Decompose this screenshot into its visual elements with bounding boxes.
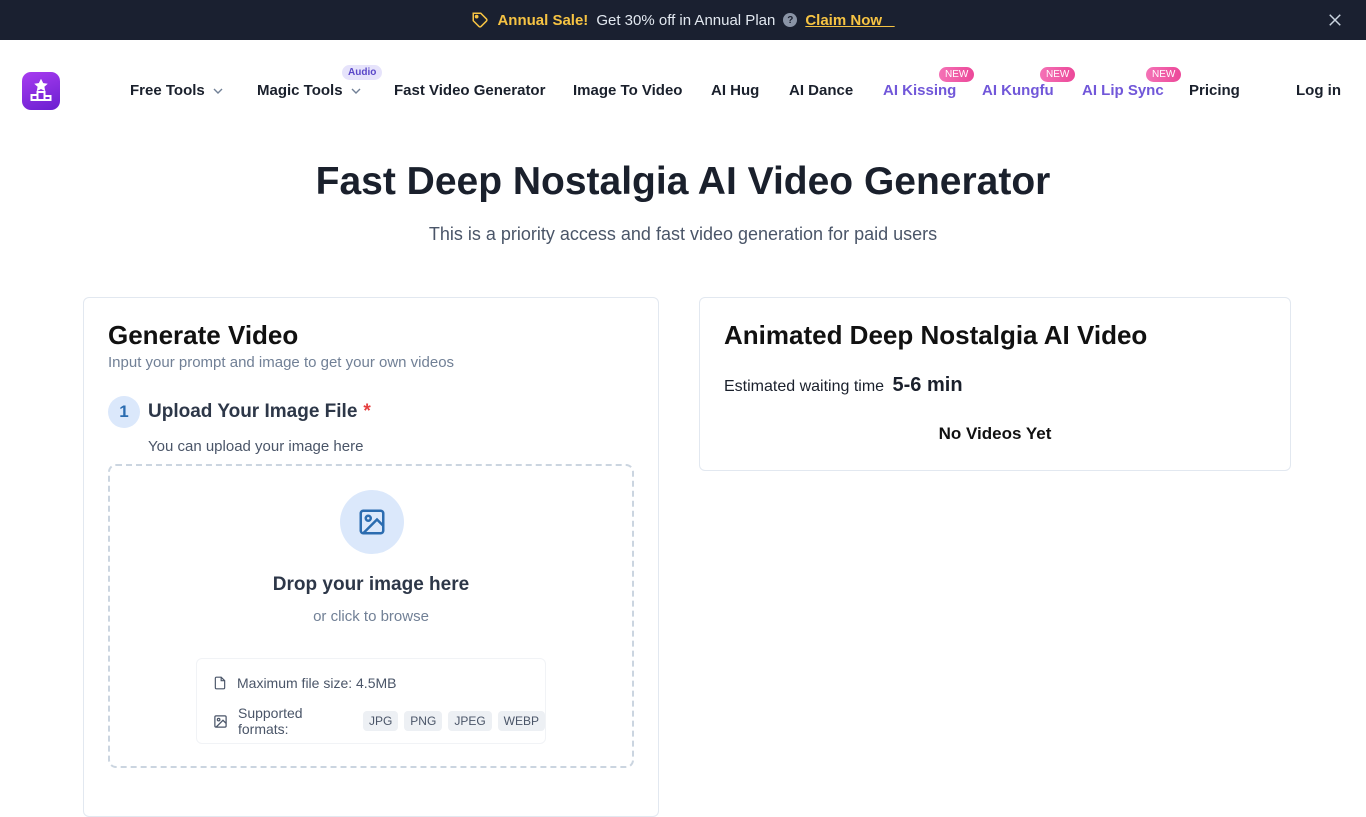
tag-icon <box>472 12 489 28</box>
claim-now-link[interactable]: Claim Now _ <box>805 12 894 29</box>
nav-ai-kissing[interactable]: AI Kissing <box>883 82 956 99</box>
dropzone-title: Drop your image here <box>272 574 470 595</box>
step-number: 1 <box>108 396 140 428</box>
top-nav: Free Tools Magic Tools Audio Fast Video … <box>0 40 1366 140</box>
sale-label: Annual Sale! <box>497 11 589 29</box>
help-icon[interactable]: ? <box>783 13 798 27</box>
step-title: Upload Your Image File * <box>148 401 371 423</box>
nav-ai-dance[interactable]: AI Dance <box>789 82 853 99</box>
upload-requirements: Maximum file size: 4.5MB Supported forma… <box>196 658 546 744</box>
nav-magic-tools[interactable]: Magic Tools <box>257 82 361 99</box>
new-badge: NEW <box>1146 67 1182 82</box>
card-title: Generate Video <box>108 320 299 350</box>
nav-fast-video-generator[interactable]: Fast Video Generator <box>394 82 545 99</box>
nav-ai-hug[interactable]: AI Hug <box>711 82 759 99</box>
result-card: Animated Deep Nostalgia AI Video Estimat… <box>699 297 1291 471</box>
offer-text: Get 30% off in Annual Plan <box>596 11 776 29</box>
waiting-label: Estimated waiting time <box>724 378 885 395</box>
image-upload-icon <box>340 490 404 554</box>
nav-image-to-video[interactable]: Image To Video <box>573 82 682 99</box>
page-title: Fast Deep Nostalgia AI Video Generator <box>315 160 1051 203</box>
login-button[interactable]: Log in <box>1296 82 1341 99</box>
empty-state: No Videos Yet <box>938 424 1052 443</box>
format-chip: JPG <box>362 711 399 731</box>
waiting-value: 5-6 min <box>892 374 963 396</box>
image-dropzone[interactable]: Drop your image here or click to browse … <box>108 464 634 768</box>
nav-pricing[interactable]: Pricing <box>1189 82 1240 99</box>
new-badge: NEW <box>1040 67 1076 82</box>
waiting-time: Estimated waiting time 5-6 min <box>724 374 963 397</box>
card-subtitle: Input your prompt and image to get your … <box>108 354 455 371</box>
result-title: Animated Deep Nostalgia AI Video <box>724 320 1148 350</box>
file-icon <box>214 676 226 690</box>
chevron-down-icon <box>213 88 223 95</box>
max-size-row: Maximum file size: 4.5MB <box>213 675 396 691</box>
nav-ai-kungfu[interactable]: AI Kungfu <box>982 82 1054 99</box>
nav-label: Magic Tools <box>257 82 343 99</box>
required-marker: * <box>363 401 371 422</box>
format-chip: WEBP <box>497 711 545 731</box>
format-chip: JPEG <box>448 711 492 731</box>
image-icon <box>214 714 227 728</box>
close-icon[interactable] <box>1326 11 1344 29</box>
page-subtitle: This is a priority access and fast video… <box>428 224 938 244</box>
dropzone-subtitle: or click to browse <box>313 608 429 625</box>
step-title-text: Upload Your Image File <box>148 401 358 422</box>
nav-label: Free Tools <box>130 82 205 99</box>
nav-free-tools[interactable]: Free Tools <box>130 82 223 99</box>
step-subtitle: You can upload your image here <box>148 438 364 455</box>
max-size-text: Maximum file size: 4.5MB <box>237 675 397 691</box>
format-chip: PNG <box>404 711 443 731</box>
chevron-down-icon <box>351 88 361 95</box>
new-badge: NEW <box>939 67 975 82</box>
logo[interactable] <box>22 72 60 110</box>
generate-video-card: Generate Video Input your prompt and ima… <box>83 297 659 817</box>
podium-logo-icon <box>30 79 52 101</box>
nav-ai-lip-sync[interactable]: AI Lip Sync <box>1082 82 1164 99</box>
formats-row: Supported formats: JPG PNG JPEG WEBP <box>213 705 545 737</box>
promo-banner: Annual Sale! Get 30% off in Annual Plan … <box>0 0 1366 40</box>
formats-label: Supported formats: <box>237 705 303 737</box>
audio-badge: Audio <box>342 65 383 80</box>
